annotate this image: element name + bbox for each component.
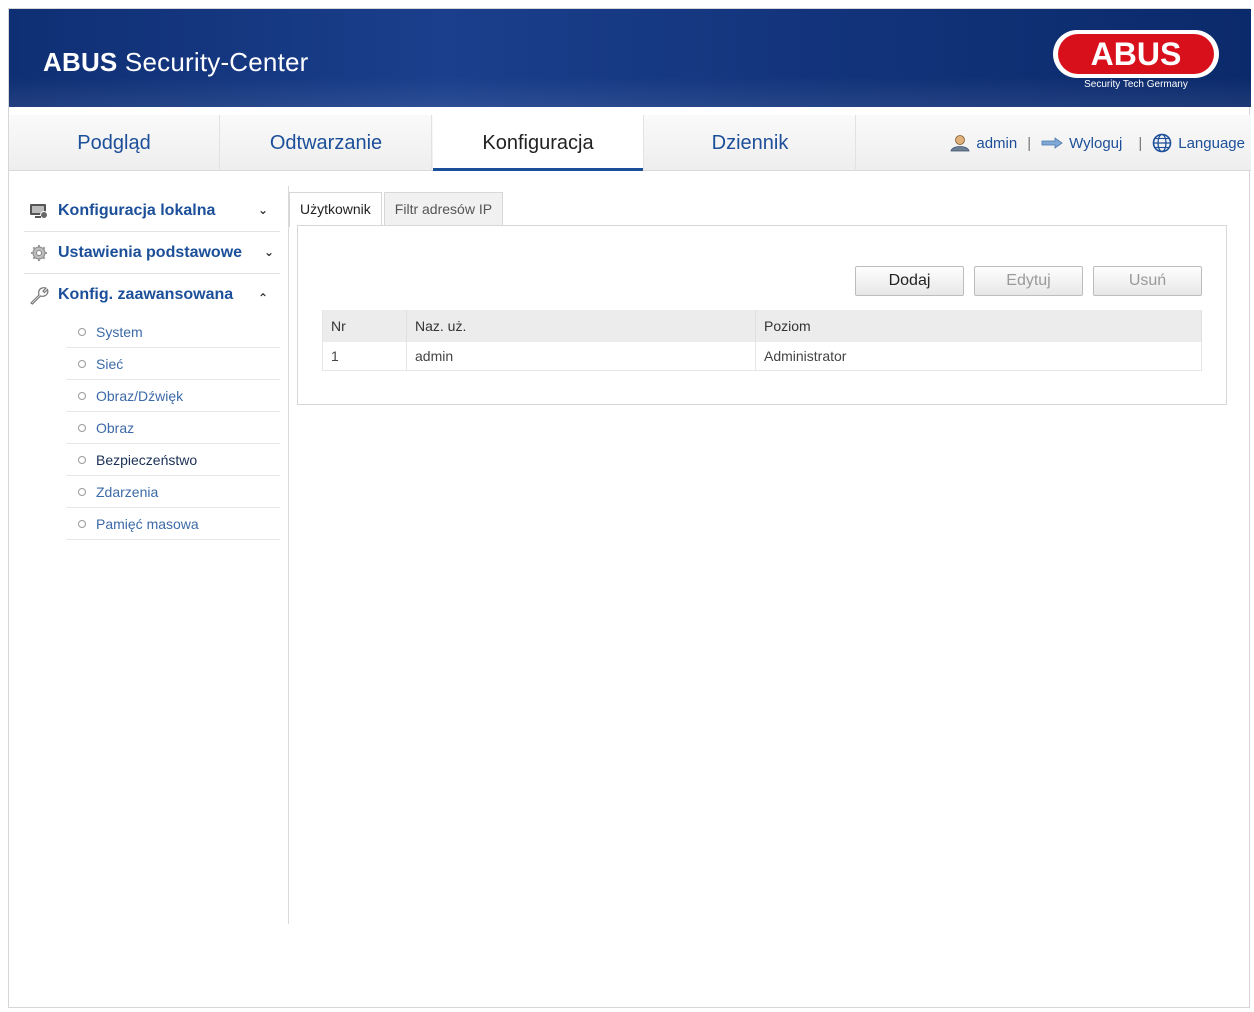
separator: | — [1138, 134, 1143, 152]
cell-level: Administrator — [755, 342, 1202, 371]
bullet-icon — [78, 327, 86, 336]
sidebar-section-label: Konfig. zaawansowana — [58, 286, 234, 303]
sidebar-item-storage[interactable]: Pamięć masowa — [66, 508, 280, 540]
sidebar-item-label: Pamięć masowa — [96, 515, 199, 532]
cell-username: admin — [406, 342, 756, 371]
monitor-icon — [28, 202, 50, 220]
logout-label: Wyloguj — [1069, 134, 1123, 152]
sidebar-item-network[interactable]: Sieć — [66, 348, 280, 380]
bullet-icon — [78, 391, 86, 400]
bullet-icon — [78, 519, 86, 528]
logout-icon — [1041, 137, 1063, 149]
chevron-up-icon: ⌃ — [257, 291, 268, 305]
tab-user[interactable]: Użytkownik — [289, 192, 382, 227]
delete-user-button[interactable]: Usuń — [1093, 266, 1202, 296]
app-title-text: Security-Center — [124, 47, 309, 77]
sidebar-section-basic-settings[interactable]: Ustawienia podstawowe ⌄ — [24, 232, 280, 274]
separator: | — [1027, 134, 1032, 152]
app-title: ABUS Security-Center — [43, 47, 309, 78]
user-toolbar: Dodaj Edytuj Usuń — [855, 266, 1202, 296]
sidebar-item-system[interactable]: System — [66, 316, 280, 348]
cell-nr: 1 — [322, 342, 407, 371]
logout-link[interactable]: Wyloguj — [1041, 135, 1122, 152]
sidebar-section-local-config[interactable]: Konfiguracja lokalna ⌄ — [24, 190, 280, 232]
column-header-nr: Nr — [322, 310, 407, 342]
user-menu[interactable]: admin — [950, 134, 1017, 152]
sidebar: Konfiguracja lokalna ⌄ Ustawienia podsta… — [24, 190, 280, 540]
add-user-button[interactable]: Dodaj — [855, 266, 964, 296]
nav-tab-log[interactable]: Dziennik — [645, 115, 856, 171]
logo-tagline: Security Tech Germany — [1084, 79, 1188, 90]
sidebar-section-label: Konfiguracja lokalna — [58, 201, 216, 219]
table-header-row: Nr Naz. uż. Poziom — [322, 310, 1202, 342]
sidebar-item-label: System — [96, 323, 143, 340]
main-nav: Podgląd Odtwarzanie Konfiguracja Dzienni… — [9, 115, 1251, 171]
column-header-username: Naz. uż. — [406, 310, 756, 342]
bullet-icon — [78, 455, 86, 464]
sidebar-item-label: Obraz/Dźwięk — [96, 387, 184, 404]
sidebar-item-label: Zdarzenia — [96, 483, 159, 500]
globe-icon — [1152, 133, 1172, 153]
user-panel: Dodaj Edytuj Usuń Nr Naz. uż. Poziom 1 a… — [297, 225, 1227, 405]
sidebar-submenu: System Sieć Obraz/Dźwięk Obraz Bezpiecze… — [66, 316, 280, 540]
bullet-icon — [78, 423, 86, 432]
wrench-icon — [28, 285, 50, 305]
nav-tab-configuration[interactable]: Konfiguracja — [433, 115, 644, 171]
users-table: Nr Naz. uż. Poziom 1 admin Administrator — [322, 310, 1202, 371]
logo-text: ABUS — [1091, 36, 1182, 72]
nav-tab-playback[interactable]: Odtwarzanie — [221, 115, 432, 171]
chevron-down-icon: ⌄ — [263, 245, 274, 259]
nav-tab-preview[interactable]: Podgląd — [9, 115, 220, 171]
sidebar-divider — [288, 186, 289, 924]
language-menu[interactable]: Language — [1152, 133, 1245, 153]
edit-user-button[interactable]: Edytuj — [974, 266, 1083, 296]
user-controls: admin | Wyloguj | Language — [950, 115, 1245, 171]
sidebar-item-label: Bezpieczeństwo — [96, 451, 198, 468]
user-name: admin — [976, 134, 1018, 152]
tab-ip-filter[interactable]: Filtr adresów IP — [383, 192, 504, 226]
bullet-icon — [78, 359, 86, 368]
table-row[interactable]: 1 admin Administrator — [322, 342, 1202, 371]
chevron-down-icon: ⌄ — [257, 203, 268, 217]
sidebar-section-label: Ustawienia podstawowe — [58, 243, 243, 261]
app-brand: ABUS — [43, 47, 118, 77]
header-banner: ABUS Security-Center ABUS Security Tech … — [9, 9, 1251, 107]
sidebar-item-security[interactable]: Bezpieczeństwo — [66, 444, 280, 476]
sidebar-section-advanced-config[interactable]: Konfig. zaawansowana ⌃ — [24, 274, 280, 316]
column-header-level: Poziom — [755, 310, 1202, 342]
bullet-icon — [78, 487, 86, 496]
sidebar-item-label: Sieć — [96, 355, 124, 372]
language-label: Language — [1178, 134, 1245, 152]
sidebar-item-label: Obraz — [96, 419, 135, 436]
gear-icon — [28, 244, 50, 262]
sidebar-item-events[interactable]: Zdarzenia — [66, 476, 280, 508]
sidebar-item-video-audio[interactable]: Obraz/Dźwięk — [66, 380, 280, 412]
content-tabs: Użytkownik Filtr adresów IP — [289, 192, 505, 227]
sidebar-item-image[interactable]: Obraz — [66, 412, 280, 444]
abus-logo: ABUS — [1053, 30, 1219, 78]
user-icon — [950, 135, 970, 152]
